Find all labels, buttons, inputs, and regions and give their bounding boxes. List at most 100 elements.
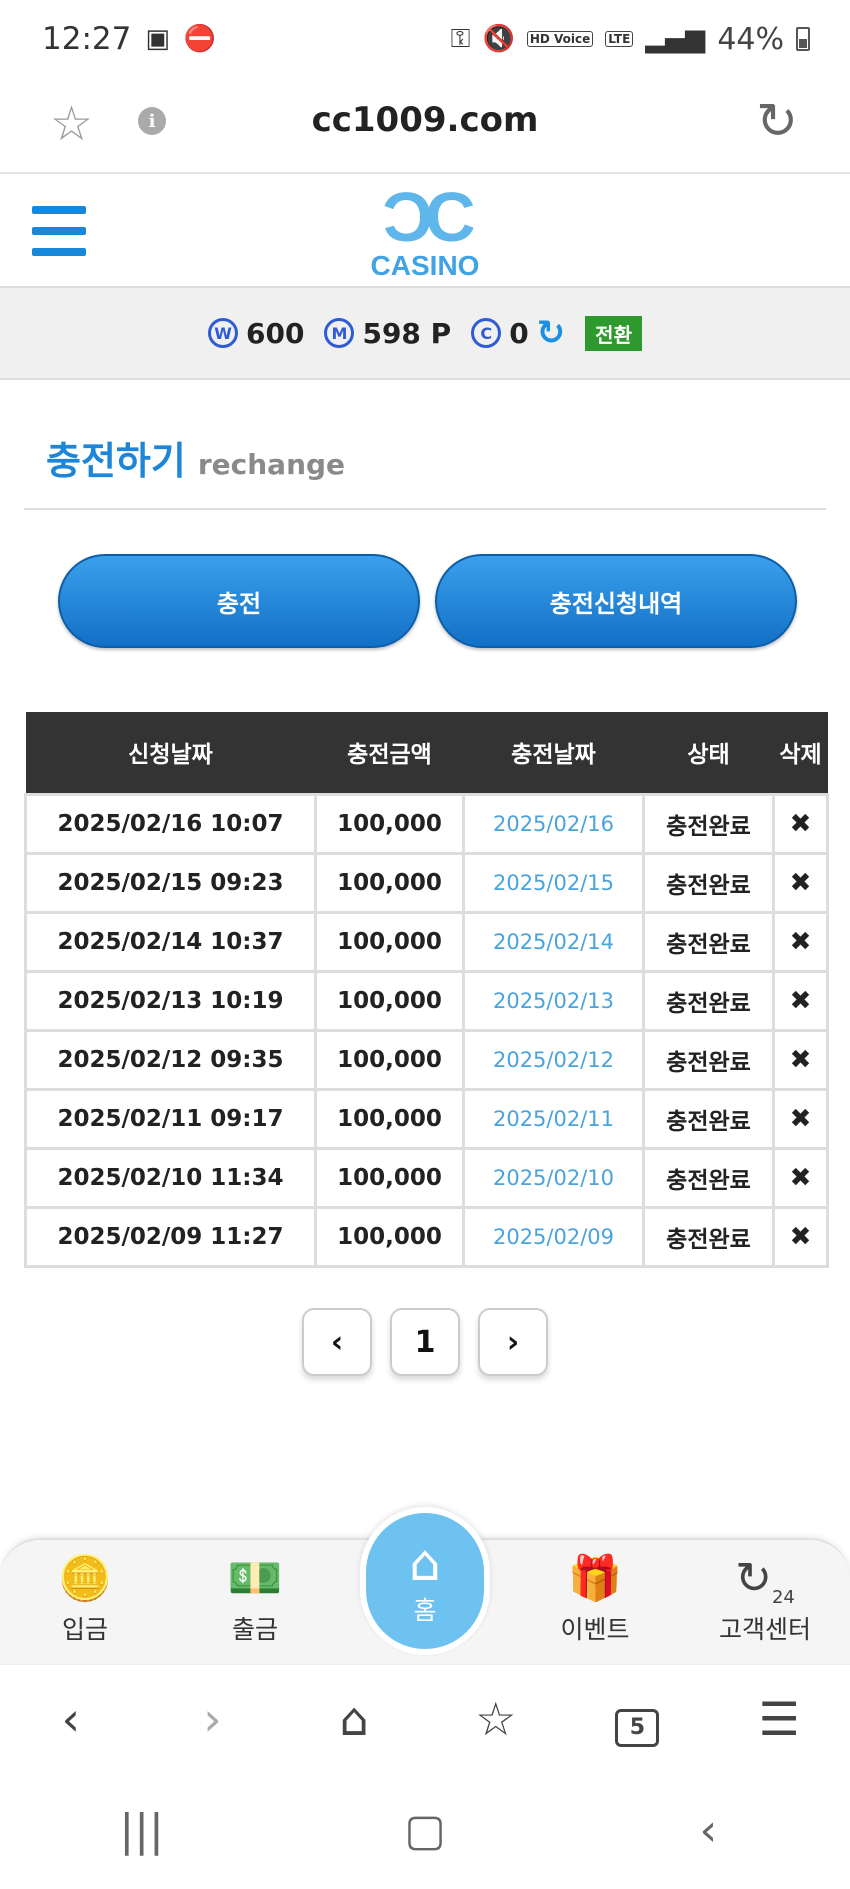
table-row: 2025/02/13 10:19 100,000 2025/02/13 충전완료… [24, 969, 829, 1032]
won-coin-icon: W [208, 318, 239, 348]
logo-mark-icon: ƆC [382, 178, 475, 256]
nav-home[interactable]: ⌂ 홈 [360, 1507, 490, 1655]
nav-withdraw-label: 출금 [231, 1615, 278, 1644]
request-date-cell: 2025/02/10 11:34 [24, 1146, 317, 1209]
delete-icon[interactable]: ✖ [772, 1087, 829, 1150]
mute-icon: 🔇 [482, 24, 515, 54]
title-divider [24, 508, 826, 510]
status-bar: 12:27 ▣ ⛔ ⚿ 🔇 HD Voice LTE ▂▄▆ 44% [0, 0, 850, 78]
signal-icon: ▂▄▆ [645, 24, 706, 54]
nav-deposit[interactable]: 🪙 입금 [20, 1550, 150, 1646]
gallery-icon: ▣ [145, 24, 170, 54]
refresh-icon[interactable]: ↻ [537, 313, 566, 353]
request-date-cell: 2025/02/11 09:17 [24, 1087, 317, 1150]
amount-cell: 100,000 [314, 1205, 465, 1268]
nav-event-label: 이벤트 [560, 1615, 630, 1644]
vpn-key-icon: ⚿ [450, 23, 471, 54]
delete-icon[interactable]: ✖ [772, 1028, 829, 1091]
tabs-button[interactable]: 5 [597, 1691, 677, 1747]
browser-address-bar: ☆ i cc1009.com ↻ [0, 78, 850, 174]
table-row: 2025/02/12 09:35 100,000 2025/02/12 충전완료… [24, 1028, 829, 1091]
status-cell: 충전완료 [642, 1146, 775, 1209]
battery-icon [796, 27, 810, 51]
amount-cell: 100,000 [314, 851, 465, 914]
status-cell: 충전완료 [642, 1087, 775, 1150]
pagination: ‹ 1 › [0, 1308, 850, 1376]
request-date-cell: 2025/02/14 10:37 [24, 910, 317, 973]
system-back-icon[interactable]: ‹ [658, 1805, 758, 1856]
delete-icon[interactable]: ✖ [772, 969, 829, 1032]
site-header: ƆC CASINO [0, 174, 850, 288]
amount-cell: 100,000 [314, 792, 465, 855]
charge-history-table: 신청날짜 충전금액 충전날짜 상태 삭제 2025/02/16 10:07 10… [24, 712, 829, 1268]
nav-support[interactable]: ↻24 고객센터 [700, 1550, 830, 1646]
system-home-icon[interactable]: ▢ [375, 1805, 475, 1856]
page-title-ko: 충전하기 [46, 439, 186, 483]
casino-coin-icon: C [471, 318, 502, 348]
casino-balance: C 0 ↻ [471, 313, 565, 353]
header-delete: 삭제 [773, 712, 828, 794]
amount-cell: 100,000 [314, 1146, 465, 1209]
request-date-cell: 2025/02/15 09:23 [24, 851, 317, 914]
amount-cell: 100,000 [314, 1028, 465, 1091]
status-cell: 충전완료 [642, 969, 775, 1032]
amount-cell: 100,000 [314, 910, 465, 973]
bookmarks-icon[interactable]: ☆ [456, 1692, 536, 1746]
delete-icon[interactable]: ✖ [772, 910, 829, 973]
browser-home-icon[interactable]: ⌂ [314, 1692, 394, 1746]
reload-icon[interactable]: ↻ [756, 92, 798, 150]
switch-button[interactable]: 전환 [585, 315, 642, 351]
header-charge-date: 충전날짜 [463, 712, 644, 794]
charge-history-button[interactable]: 충전신청내역 [435, 554, 797, 648]
charge-date-cell: 2025/02/15 [462, 851, 645, 914]
money-value: 600 [246, 316, 305, 350]
lte-icon: LTE [605, 31, 634, 47]
request-date-cell: 2025/02/09 11:27 [24, 1205, 317, 1268]
header-amount: 충전금액 [315, 712, 464, 794]
status-time: 12:27 [42, 21, 132, 57]
charge-date-cell: 2025/02/14 [462, 910, 645, 973]
browser-forward-icon[interactable]: › [172, 1692, 252, 1746]
do-not-disturb-icon: ⛔ [183, 24, 217, 54]
table-row: 2025/02/09 11:27 100,000 2025/02/09 충전완료… [24, 1205, 829, 1268]
next-page-button[interactable]: › [478, 1308, 548, 1376]
battery-percent: 44% [717, 21, 784, 57]
status-cell: 충전완료 [642, 792, 775, 855]
casino-value: 0 [509, 316, 529, 350]
system-nav-bar: ||| ▢ ‹ [0, 1772, 850, 1889]
status-cell: 충전완료 [642, 910, 775, 973]
browser-menu-icon[interactable]: ☰ [739, 1692, 819, 1746]
nav-event[interactable]: 🎁 이벤트 [530, 1550, 660, 1646]
delete-icon[interactable]: ✖ [772, 1146, 829, 1209]
delete-icon[interactable]: ✖ [772, 792, 829, 855]
request-date-cell: 2025/02/13 10:19 [24, 969, 317, 1032]
nav-withdraw[interactable]: 💵 출금 [190, 1550, 320, 1646]
prev-page-button[interactable]: ‹ [302, 1308, 372, 1376]
delete-icon[interactable]: ✖ [772, 1205, 829, 1268]
charge-date-cell: 2025/02/09 [462, 1205, 645, 1268]
table-row: 2025/02/11 09:17 100,000 2025/02/11 충전완료… [24, 1087, 829, 1150]
menu-icon[interactable] [32, 206, 86, 256]
logo-text: CASINO [370, 250, 480, 281]
request-date-cell: 2025/02/16 10:07 [24, 792, 317, 855]
table-row: 2025/02/14 10:37 100,000 2025/02/14 충전완료… [24, 910, 829, 973]
browser-back-icon[interactable]: ‹ [31, 1692, 111, 1746]
charge-date-cell: 2025/02/13 [462, 969, 645, 1032]
charge-button[interactable]: 충전 [58, 554, 420, 648]
money-balance: W 600 [208, 317, 304, 350]
page-number-button[interactable]: 1 [390, 1308, 460, 1376]
site-logo[interactable]: ƆC CASINO [355, 182, 495, 282]
support-24h-icon: ↻24 [735, 1553, 795, 1608]
tab-count: 5 [615, 1708, 660, 1747]
browser-toolbar: ‹ › ⌂ ☆ 5 ☰ [0, 1664, 850, 1772]
balance-bar: W 600 M 598 P C 0 ↻ 전환 [0, 288, 850, 380]
status-cell: 충전완료 [642, 1205, 775, 1268]
recent-apps-icon[interactable]: ||| [92, 1805, 192, 1856]
charge-date-cell: 2025/02/11 [462, 1087, 645, 1150]
request-date-cell: 2025/02/12 09:35 [24, 1028, 317, 1091]
delete-icon[interactable]: ✖ [772, 851, 829, 914]
home-icon: ⌂ [409, 1534, 441, 1592]
amount-cell: 100,000 [314, 1087, 465, 1150]
url-field[interactable]: cc1009.com [0, 100, 850, 140]
amount-cell: 100,000 [314, 969, 465, 1032]
